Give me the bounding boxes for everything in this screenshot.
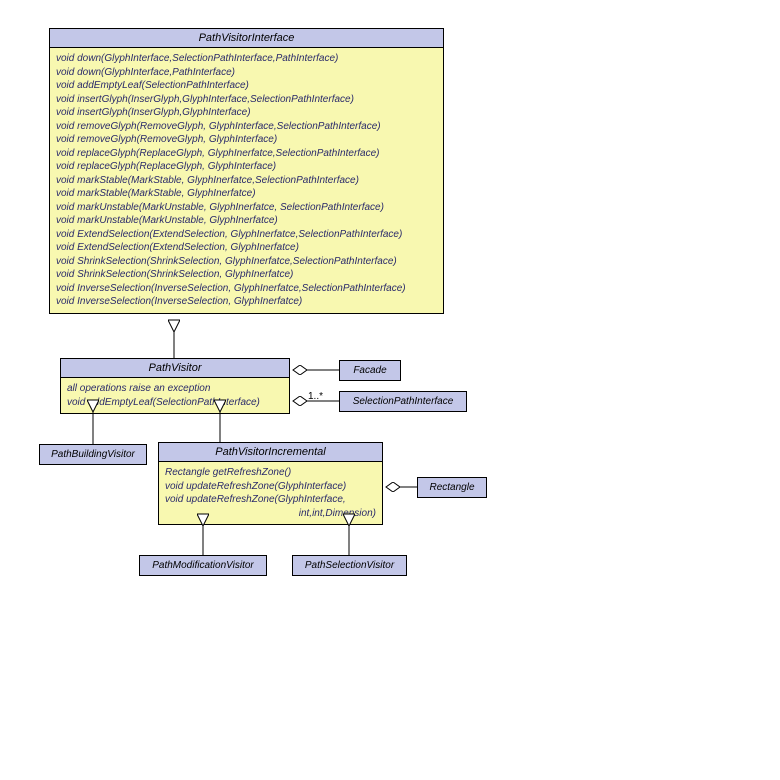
op-line: void markStable(MarkStable, GlyphInerfat… <box>56 174 437 188</box>
op-line: void replaceGlyph(ReplaceGlyph, GlyphInt… <box>56 160 437 174</box>
class-pathselectionvisitor: PathSelectionVisitor <box>292 555 407 576</box>
class-body: Rectangle getRefreshZone() void updateRe… <box>159 462 382 524</box>
op-line: void ShrinkSelection(ShrinkSelection, Gl… <box>56 268 437 282</box>
op-line: void insertGlyph(InserGlyph,GlyphInterfa… <box>56 106 437 120</box>
class-pathvisitorinterface: PathVisitorInterface void down(GlyphInte… <box>49 28 444 314</box>
class-pathbuildingvisitor: PathBuildingVisitor <box>39 444 147 465</box>
op-line: Rectangle getRefreshZone() <box>165 466 376 480</box>
op-line: void removeGlyph(RemoveGlyph, GlyphInter… <box>56 133 437 147</box>
class-title: PathVisitorInterface <box>50 29 443 48</box>
class-rectangle: Rectangle <box>417 477 487 498</box>
op-line: void insertGlyph(InserGlyph,GlyphInterfa… <box>56 93 437 107</box>
class-title: PathVisitor <box>61 359 289 378</box>
op-line: void markStable(MarkStable, GlyphInerfat… <box>56 187 437 201</box>
op-line: all operations raise an exception <box>67 382 283 396</box>
op-line: void ExtendSelection(ExtendSelection, Gl… <box>56 228 437 242</box>
op-line: void addEmptyLeaf(SelectionPathInterface… <box>67 396 283 410</box>
op-line: void updateRefreshZone(GlyphInterface, <box>165 493 376 507</box>
op-line: void removeGlyph(RemoveGlyph, GlyphInter… <box>56 120 437 134</box>
class-title: PathVisitorIncremental <box>159 443 382 462</box>
op-line: void down(GlyphInterface,PathInterface) <box>56 66 437 80</box>
class-pathvisitor: PathVisitor all operations raise an exce… <box>60 358 290 414</box>
op-line: int,int,Dimension) <box>165 507 376 521</box>
class-body: all operations raise an exception void a… <box>61 378 289 413</box>
op-line: void replaceGlyph(ReplaceGlyph, GlyphIne… <box>56 147 437 161</box>
op-line: void ShrinkSelection(ShrinkSelection, Gl… <box>56 255 437 269</box>
op-line: void ExtendSelection(ExtendSelection, Gl… <box>56 241 437 255</box>
class-pathvisitorincremental: PathVisitorIncremental Rectangle getRefr… <box>158 442 383 525</box>
op-line: void addEmptyLeaf(SelectionPathInterface… <box>56 79 437 93</box>
op-line: void InverseSelection(InverseSelection, … <box>56 282 437 296</box>
op-line: void InverseSelection(InverseSelection, … <box>56 295 437 309</box>
class-body: void down(GlyphInterface,SelectionPathIn… <box>50 48 443 313</box>
op-line: void updateRefreshZone(GlyphInterface) <box>165 480 376 494</box>
multiplicity-label: 1..* <box>308 391 323 402</box>
op-line: void down(GlyphInterface,SelectionPathIn… <box>56 52 437 66</box>
class-pathmodificationvisitor: PathModificationVisitor <box>139 555 267 576</box>
op-line: void markUnstable(MarkUnstable, GlyphIne… <box>56 214 437 228</box>
op-line: void markUnstable(MarkUnstable, GlyphIne… <box>56 201 437 215</box>
class-facade: Facade <box>339 360 401 381</box>
class-selectionpathinterface: SelectionPathInterface <box>339 391 467 412</box>
